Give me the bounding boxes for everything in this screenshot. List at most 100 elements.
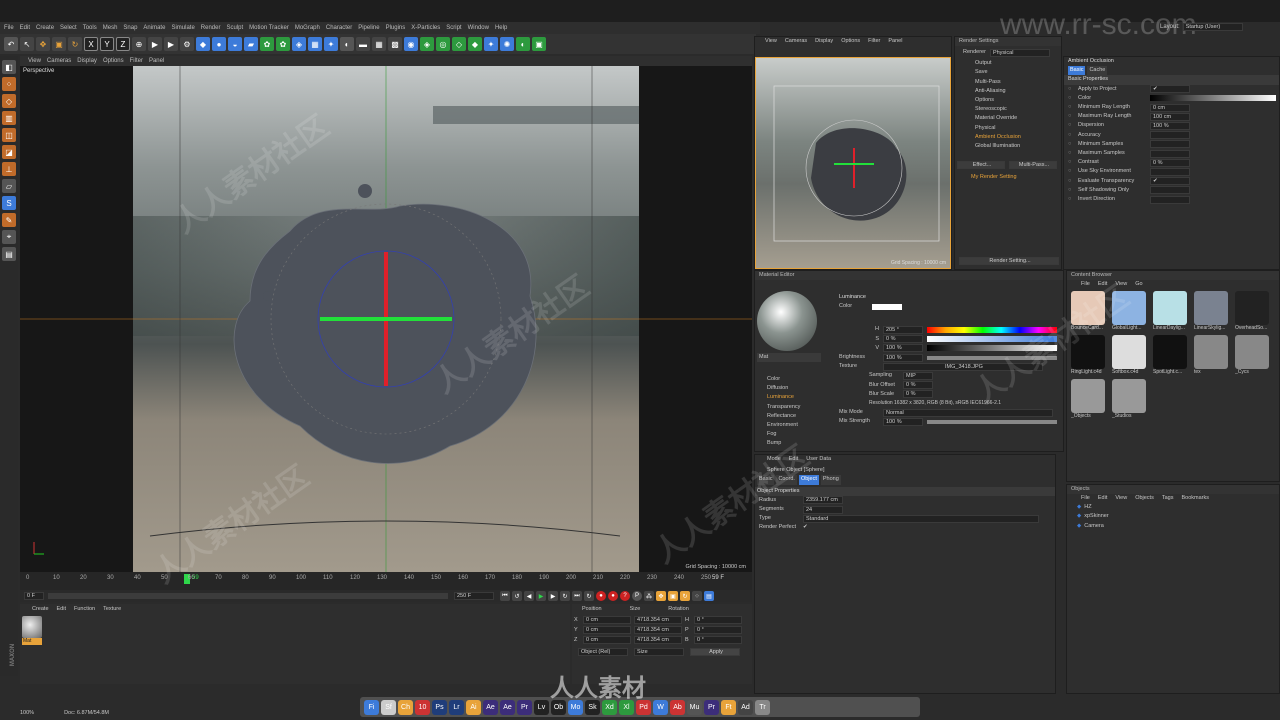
coord-position-field[interactable]: 0 cm bbox=[583, 626, 631, 634]
render-preview[interactable]: Grid Spacing : 10000 cm bbox=[755, 57, 951, 269]
mat-menu-edit[interactable]: Edit bbox=[57, 606, 66, 612]
polygons-icon[interactable]: ▥ bbox=[2, 111, 16, 125]
viewport[interactable]: Perspective Grid Spacing : 10000 cm bbox=[20, 66, 752, 572]
attr-tab-phong[interactable]: Phong bbox=[820, 475, 841, 485]
coord-position-field[interactable]: 0 cm bbox=[583, 616, 631, 624]
ao-row-value[interactable]: ✔ bbox=[1150, 85, 1190, 94]
solo-icon[interactable]: S bbox=[2, 196, 16, 210]
content-item[interactable]: SpotLight.c... bbox=[1153, 335, 1191, 375]
goto-start-icon[interactable]: ⏮ bbox=[500, 591, 510, 601]
content-item[interactable]: Softbox.c4d bbox=[1112, 335, 1150, 375]
spline-icon[interactable]: ✿ bbox=[276, 37, 290, 51]
texture-mode-icon[interactable]: ◪ bbox=[2, 145, 16, 159]
render-item-multi-pass[interactable]: Multi-Pass bbox=[975, 78, 1061, 87]
object-item[interactable]: ◆ HZ bbox=[1077, 503, 1279, 512]
obj-menu-objects[interactable]: Objects bbox=[1135, 494, 1154, 503]
y-axis-icon[interactable]: Y bbox=[100, 37, 114, 51]
coord-position-field[interactable]: 0 cm bbox=[583, 636, 631, 644]
attr-row-value[interactable]: 2359.177 cm bbox=[803, 496, 843, 505]
ao-row-value[interactable] bbox=[1150, 149, 1190, 158]
goto-end-icon[interactable]: ⏭ bbox=[572, 591, 582, 601]
menu-create[interactable]: Create bbox=[36, 22, 54, 34]
menu-animate[interactable]: Animate bbox=[143, 22, 165, 34]
channel-diffusion[interactable]: Diffusion bbox=[759, 384, 800, 393]
next-key-icon[interactable]: ↻ bbox=[560, 591, 570, 601]
render-item-global-illumination[interactable]: Global Illumination bbox=[975, 142, 1061, 151]
dock-app-icon[interactable]: 10 bbox=[415, 699, 430, 715]
renderer-select[interactable]: Physical bbox=[989, 48, 1050, 57]
mix-mode-select[interactable]: Normal bbox=[883, 408, 1053, 417]
pla-key-icon[interactable]: ⁘ bbox=[692, 591, 702, 601]
sampling-select[interactable]: MIP bbox=[903, 372, 933, 381]
cb-menu-go[interactable]: Go bbox=[1135, 280, 1142, 289]
timeline-ruler[interactable]: 59 59 F 0 10 20 30 40 50 60 70 80 90 100 110 120 130 1… bbox=[20, 572, 752, 590]
dock-app-icon[interactable]: Ae bbox=[500, 699, 515, 715]
ao-row-value[interactable] bbox=[1150, 186, 1190, 195]
mat-menu-function[interactable]: Function bbox=[74, 606, 95, 612]
dock-app-icon[interactable]: Ae bbox=[483, 699, 498, 715]
dock-app-icon[interactable]: Ps bbox=[432, 699, 447, 715]
menu-script[interactable]: Script bbox=[446, 22, 461, 34]
blur-offset-field[interactable]: 0 % bbox=[903, 381, 933, 390]
edges-icon[interactable]: ◇ bbox=[2, 94, 16, 108]
mix-strength-slider[interactable] bbox=[927, 420, 1057, 425]
object-item[interactable]: ◆ Camera bbox=[1077, 522, 1279, 531]
content-item[interactable]: OverheadSo... bbox=[1235, 291, 1273, 331]
coord-mode-select[interactable]: Object (Rel) bbox=[578, 648, 628, 656]
vp-menu-display[interactable]: Display bbox=[77, 56, 97, 66]
bulb-icon[interactable]: ◐ bbox=[340, 37, 354, 51]
channel-color[interactable]: Color bbox=[759, 375, 800, 384]
content-item[interactable]: LinearSkylig... bbox=[1194, 291, 1232, 331]
ao-row-value[interactable] bbox=[1150, 168, 1190, 177]
model-icon[interactable]: ◫ bbox=[2, 128, 16, 142]
dock-app-icon[interactable]: Fi bbox=[364, 699, 379, 715]
move-icon[interactable]: ✥ bbox=[36, 37, 50, 51]
menu-sculpt[interactable]: Sculpt bbox=[226, 22, 243, 34]
ao-row-value[interactable]: 0 % bbox=[1150, 158, 1190, 167]
sculpt-icon[interactable]: ✎ bbox=[2, 213, 16, 227]
menu-mograph[interactable]: MoGraph bbox=[295, 22, 320, 34]
multipass-button[interactable]: Multi-Pass... bbox=[1009, 161, 1057, 170]
ao-row-value[interactable]: ✔ bbox=[1150, 177, 1190, 186]
menu-simulate[interactable]: Simulate bbox=[171, 22, 194, 34]
coord-size-field[interactable]: 4718.354 cm bbox=[634, 626, 682, 634]
workplane-icon[interactable]: ▱ bbox=[2, 179, 16, 193]
dock-app-icon[interactable]: Sf bbox=[381, 699, 396, 715]
undo-icon[interactable]: ↶ bbox=[4, 37, 18, 51]
obj-menu-tags[interactable]: Tags bbox=[1162, 494, 1174, 503]
floor-icon[interactable]: ▬ bbox=[356, 37, 370, 51]
render-item-stereoscopic[interactable]: Stereoscopic bbox=[975, 105, 1061, 114]
menu-mesh[interactable]: Mesh bbox=[103, 22, 118, 34]
material-name[interactable]: Mat bbox=[22, 638, 42, 645]
xp-fluid-icon[interactable]: ✺ bbox=[500, 37, 514, 51]
ao-row-value[interactable] bbox=[1150, 195, 1190, 204]
ao-color-gradient[interactable] bbox=[1150, 95, 1276, 102]
x-axis-icon[interactable]: X bbox=[84, 37, 98, 51]
play-icon[interactable]: ▶ bbox=[536, 591, 546, 601]
camera-icon[interactable]: ▦ bbox=[308, 37, 322, 51]
frame-range-slider[interactable] bbox=[48, 593, 448, 599]
ao-tab-cache[interactable]: Cache bbox=[1087, 66, 1108, 76]
next-frame-icon[interactable]: ▶ bbox=[548, 591, 558, 601]
blur-scale-field[interactable]: 0 % bbox=[903, 390, 933, 399]
mix-strength-field[interactable]: 100 % bbox=[883, 418, 923, 427]
vp-menu-cameras[interactable]: Cameras bbox=[47, 56, 71, 66]
menu-tools[interactable]: Tools bbox=[83, 22, 97, 34]
array-icon[interactable]: ▰ bbox=[244, 37, 258, 51]
render-settings-icon[interactable]: ⚙ bbox=[180, 37, 194, 51]
menu-plugins[interactable]: Plugins bbox=[386, 22, 406, 34]
move-key-icon[interactable]: ✥ bbox=[656, 591, 666, 601]
layout-select[interactable]: Layout: Startup (User) bbox=[1160, 23, 1243, 31]
z-axis-icon[interactable]: Z bbox=[116, 37, 130, 51]
live-select-icon[interactable]: ↖ bbox=[20, 37, 34, 51]
lum-color-swatch[interactable] bbox=[872, 303, 903, 310]
render-item-physical[interactable]: Physical bbox=[975, 124, 1061, 133]
render-item-save[interactable]: Save bbox=[975, 68, 1061, 77]
environment-icon[interactable]: ◈ bbox=[292, 37, 306, 51]
nurbs-icon[interactable]: ● bbox=[212, 37, 226, 51]
material-thumb[interactable] bbox=[22, 616, 42, 638]
menu-motion-tracker[interactable]: Motion Tracker bbox=[249, 22, 289, 34]
timeline-window-icon[interactable]: ▤ bbox=[704, 591, 714, 601]
light-icon[interactable]: ✦ bbox=[324, 37, 338, 51]
snap-enable-icon[interactable]: ⌖ bbox=[2, 230, 16, 244]
